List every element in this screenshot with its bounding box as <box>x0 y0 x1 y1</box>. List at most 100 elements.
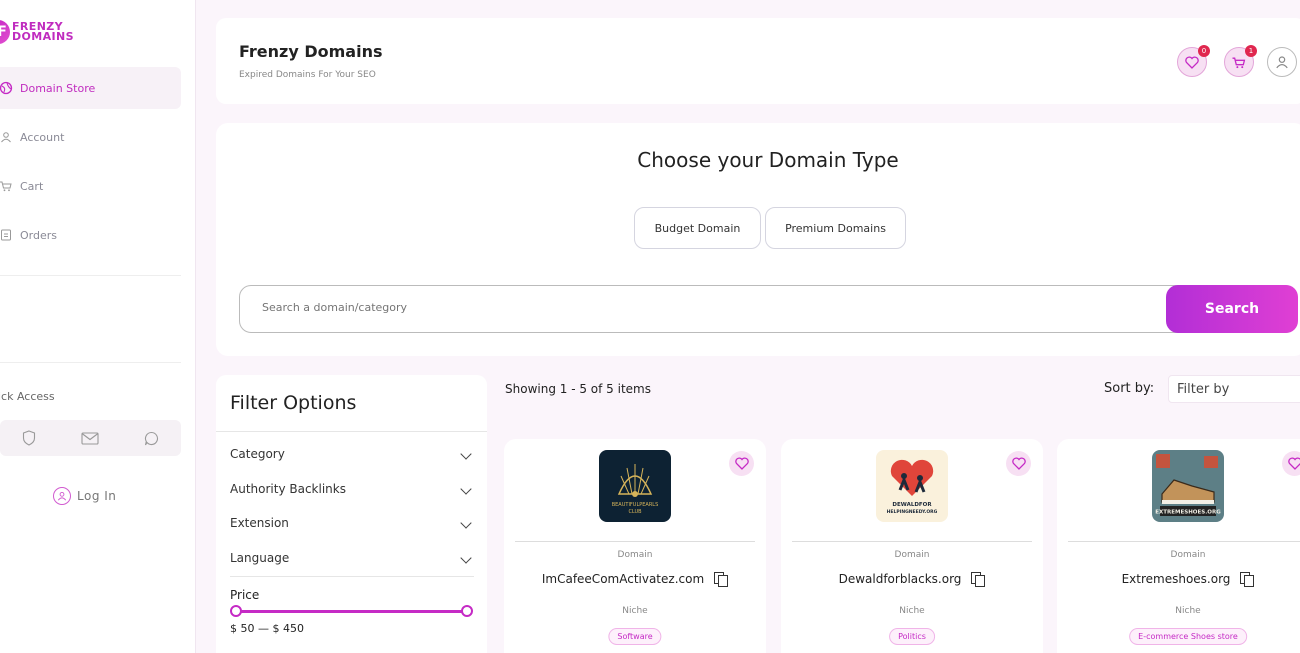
search-bar: Search <box>239 285 1298 333</box>
chat-icon[interactable] <box>144 431 159 446</box>
sidebar-item-domain-store[interactable]: Domain Store <box>0 67 181 109</box>
search-input[interactable] <box>262 301 1062 314</box>
sidebar-divider <box>0 362 181 363</box>
domain-name-row: Extremeshoes.org <box>1057 572 1300 587</box>
domain-name-row: Dewaldforblacks.org <box>781 572 1043 587</box>
page-header: Frenzy Domains Expired Domains For Your … <box>216 18 1300 104</box>
domain-type-title: Choose your Domain Type <box>637 148 899 172</box>
domain-name-row: ImCafeeComActivatez.com <box>504 572 766 587</box>
login-label: Log In <box>77 489 117 503</box>
domain-card[interactable]: DEWALDFOR HELPINGNEEDY.ORG Domain Dewald… <box>781 439 1043 653</box>
niche-label: Niche <box>899 606 925 616</box>
profile-button[interactable] <box>1267 47 1297 77</box>
page-title: Frenzy Domains <box>239 42 383 61</box>
domain-name: Dewaldforblacks.org <box>838 572 962 586</box>
domain-name: Extremeshoes.org <box>1121 572 1231 586</box>
user-icon <box>53 487 71 505</box>
card-divider <box>792 541 1032 542</box>
svg-text:HELPINGNEEDY.ORG: HELPINGNEEDY.ORG <box>887 509 938 515</box>
login-link[interactable]: Log In <box>53 487 116 505</box>
filter-language[interactable]: Language <box>230 551 474 565</box>
niche-tag: E-commerce Shoes store <box>1129 628 1247 645</box>
cart-icon <box>1232 57 1246 68</box>
orders-icon <box>0 227 14 243</box>
brand-logo[interactable]: F FRENZY DOMAINS <box>0 20 74 44</box>
user-icon <box>0 129 14 145</box>
brand-mark: F <box>0 20 10 44</box>
svg-text:BEAUTIFULPEARLS: BEAUTIFULPEARLS <box>612 502 659 508</box>
chevron-down-icon <box>460 552 472 564</box>
premium-domains-button[interactable]: Premium Domains <box>765 207 906 249</box>
niche-tag: Software <box>608 628 662 645</box>
svg-text:CLUB: CLUB <box>628 509 642 515</box>
filter-title: Filter Options <box>230 392 357 414</box>
sort-label: Sort by: <box>1104 381 1155 396</box>
cart-button[interactable]: 1 <box>1224 45 1257 77</box>
svg-text:DEWALDFOR: DEWALDFOR <box>892 502 932 508</box>
domain-type-label: Domain <box>1170 550 1206 560</box>
cart-icon <box>0 178 14 194</box>
add-to-wishlist-button[interactable] <box>1006 451 1031 476</box>
wishlist-button[interactable]: 0 <box>1177 45 1210 77</box>
niche-tag: Politics <box>889 628 935 645</box>
price-slider-max-handle[interactable] <box>461 605 473 617</box>
copy-icon[interactable] <box>714 572 729 587</box>
cart-count-badge: 1 <box>1245 45 1257 57</box>
search-button[interactable]: Search <box>1166 285 1298 333</box>
user-icon <box>1276 56 1288 69</box>
heart-refresh-icon <box>734 457 749 470</box>
page-subtitle: Expired Domains For Your SEO <box>239 70 376 80</box>
filter-category[interactable]: Category <box>230 447 474 461</box>
card-divider <box>1068 541 1300 542</box>
svg-text:EXTREMESHOES.ORG: EXTREMESHOES.ORG <box>1155 510 1221 516</box>
card-divider <box>515 541 755 542</box>
filter-divider <box>216 431 487 432</box>
filter-extension[interactable]: Extension <box>230 516 474 530</box>
sidebar-item-cart[interactable]: Cart <box>0 165 181 207</box>
sidebar-item-orders[interactable]: Orders <box>0 214 181 256</box>
domain-type-label: Domain <box>894 550 930 560</box>
copy-icon[interactable] <box>1240 572 1255 587</box>
price-slider[interactable] <box>230 605 473 617</box>
domain-logo: DEWALDFOR HELPINGNEEDY.ORG <box>876 450 948 522</box>
heart-refresh-icon <box>1287 457 1300 470</box>
chevron-down-icon <box>460 448 472 460</box>
chevron-down-icon <box>460 517 472 529</box>
sidebar: F FRENZY DOMAINS Domain Store Account Ca… <box>0 0 196 653</box>
domain-card[interactable]: EXTREMESHOES.ORG Domain Extremeshoes.org… <box>1057 439 1300 653</box>
mail-icon[interactable] <box>81 431 99 445</box>
sidebar-divider <box>0 275 181 276</box>
domain-type-panel: Choose your Domain Type Budget Domain Pr… <box>216 123 1300 356</box>
budget-domain-button[interactable]: Budget Domain <box>634 207 761 249</box>
sidebar-item-label: Orders <box>20 228 57 242</box>
domain-card[interactable]: BEAUTIFULPEARLS CLUB Domain ImCafeeComAc… <box>504 439 766 653</box>
sidebar-nav: Domain Store Account Cart Orders <box>0 67 181 263</box>
add-to-wishlist-button[interactable] <box>729 451 754 476</box>
sidebar-item-account[interactable]: Account <box>0 116 181 158</box>
copy-icon[interactable] <box>971 572 986 587</box>
sidebar-item-label: Cart <box>20 179 44 193</box>
sort-select[interactable]: Filter by <box>1168 375 1300 403</box>
globe-icon <box>0 80 14 96</box>
price-slider-min-handle[interactable] <box>230 605 242 617</box>
niche-label: Niche <box>1175 606 1201 616</box>
niche-label: Niche <box>622 606 648 616</box>
shield-icon[interactable] <box>22 430 36 446</box>
filter-authority-backlinks[interactable]: Authority Backlinks <box>230 482 474 496</box>
filter-divider <box>230 576 474 577</box>
heart-icon <box>1185 55 1199 69</box>
sidebar-item-label: Domain Store <box>20 81 96 95</box>
price-label: Price <box>230 588 260 602</box>
quick-access-title: ick Access <box>0 390 55 403</box>
sidebar-item-label: Account <box>20 130 65 144</box>
add-to-wishlist-button[interactable] <box>1282 451 1300 476</box>
domain-type-label: Domain <box>617 550 653 560</box>
results-count: Showing 1 - 5 of 5 items <box>505 382 651 396</box>
price-range-value: $ 50 — $ 450 <box>230 622 304 635</box>
domain-logo: EXTREMESHOES.ORG <box>1152 450 1224 522</box>
heart-refresh-icon <box>1011 457 1026 470</box>
quick-access-bar <box>0 420 181 456</box>
filter-panel: Filter Options Category Authority Backli… <box>216 375 487 653</box>
wishlist-count-badge: 0 <box>1198 45 1210 57</box>
domain-name: ImCafeeComActivatez.com <box>541 572 705 586</box>
